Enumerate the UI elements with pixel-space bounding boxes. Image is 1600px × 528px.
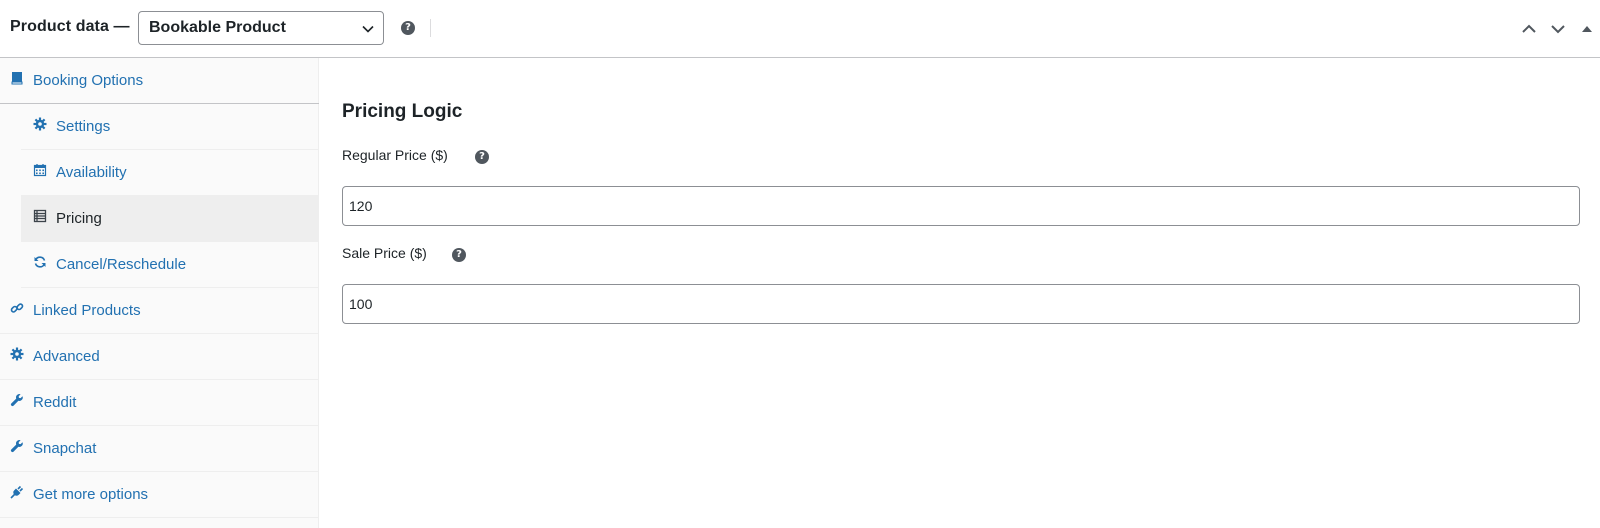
move-down-icon[interactable] [1549,20,1567,38]
regular-price-label: Regular Price ($) [342,147,448,163]
tab-label: Booking Options [33,72,144,89]
product-type-selected: Bookable Product [149,19,286,36]
wrench-icon [10,440,23,453]
tab-linked-products[interactable]: Linked Products [0,288,319,334]
gear-icon [33,117,47,131]
header-separator [430,19,431,37]
help-icon[interactable]: ? [401,21,415,35]
tab-label: Settings [56,118,111,135]
product-type-select[interactable]: Bookable Product [138,11,384,45]
sale-price-help-icon[interactable]: ? [452,248,466,262]
list-icon [33,209,47,223]
pricing-panel: Pricing Logic Regular Price ($) ? Sale P… [320,58,1600,528]
tab-label: Linked Products [33,302,141,319]
book-icon [11,72,23,85]
link-icon [10,303,24,313]
tab-reddit[interactable]: Reddit [0,380,319,426]
tab-cancel-reschedule[interactable]: Cancel/Reschedule [21,242,319,288]
tab-settings[interactable]: Settings [21,104,319,150]
regular-price-help-icon[interactable]: ? [475,150,489,164]
tab-label: Snapchat [33,440,97,457]
tab-label: Reddit [33,394,77,411]
product-data-tabs: Booking Options Settings Availability Pr… [0,58,319,528]
refresh-icon [34,256,46,268]
plugin-icon [10,485,24,499]
gear-icon [10,347,24,361]
tab-label: Availability [56,164,127,181]
tab-label: Advanced [33,348,100,365]
sale-price-input[interactable] [342,284,1580,324]
tab-booking-options[interactable]: Booking Options [0,58,319,104]
chevron-down-icon [362,25,374,33]
regular-price-input[interactable] [342,186,1580,226]
tab-label: Cancel/Reschedule [56,256,187,273]
calendar-icon [33,164,47,177]
sale-price-label: Sale Price ($) [342,245,427,261]
tab-advanced[interactable]: Advanced [0,334,319,380]
product-data-header: Product data — Bookable Product ? [0,0,1600,58]
collapse-toggle-icon[interactable] [1580,20,1594,38]
tab-get-more-options[interactable]: Get more options [0,472,319,518]
tab-label: Get more options [33,486,149,503]
section-title: Pricing Logic [342,101,463,122]
tab-snapchat[interactable]: Snapchat [0,426,319,472]
tab-availability[interactable]: Availability [21,150,319,196]
product-data-title: Product data — [10,18,130,35]
move-up-icon[interactable] [1520,20,1538,38]
tab-pricing[interactable]: Pricing [21,196,319,242]
tab-label: Pricing [56,210,102,227]
wrench-icon [10,394,23,407]
